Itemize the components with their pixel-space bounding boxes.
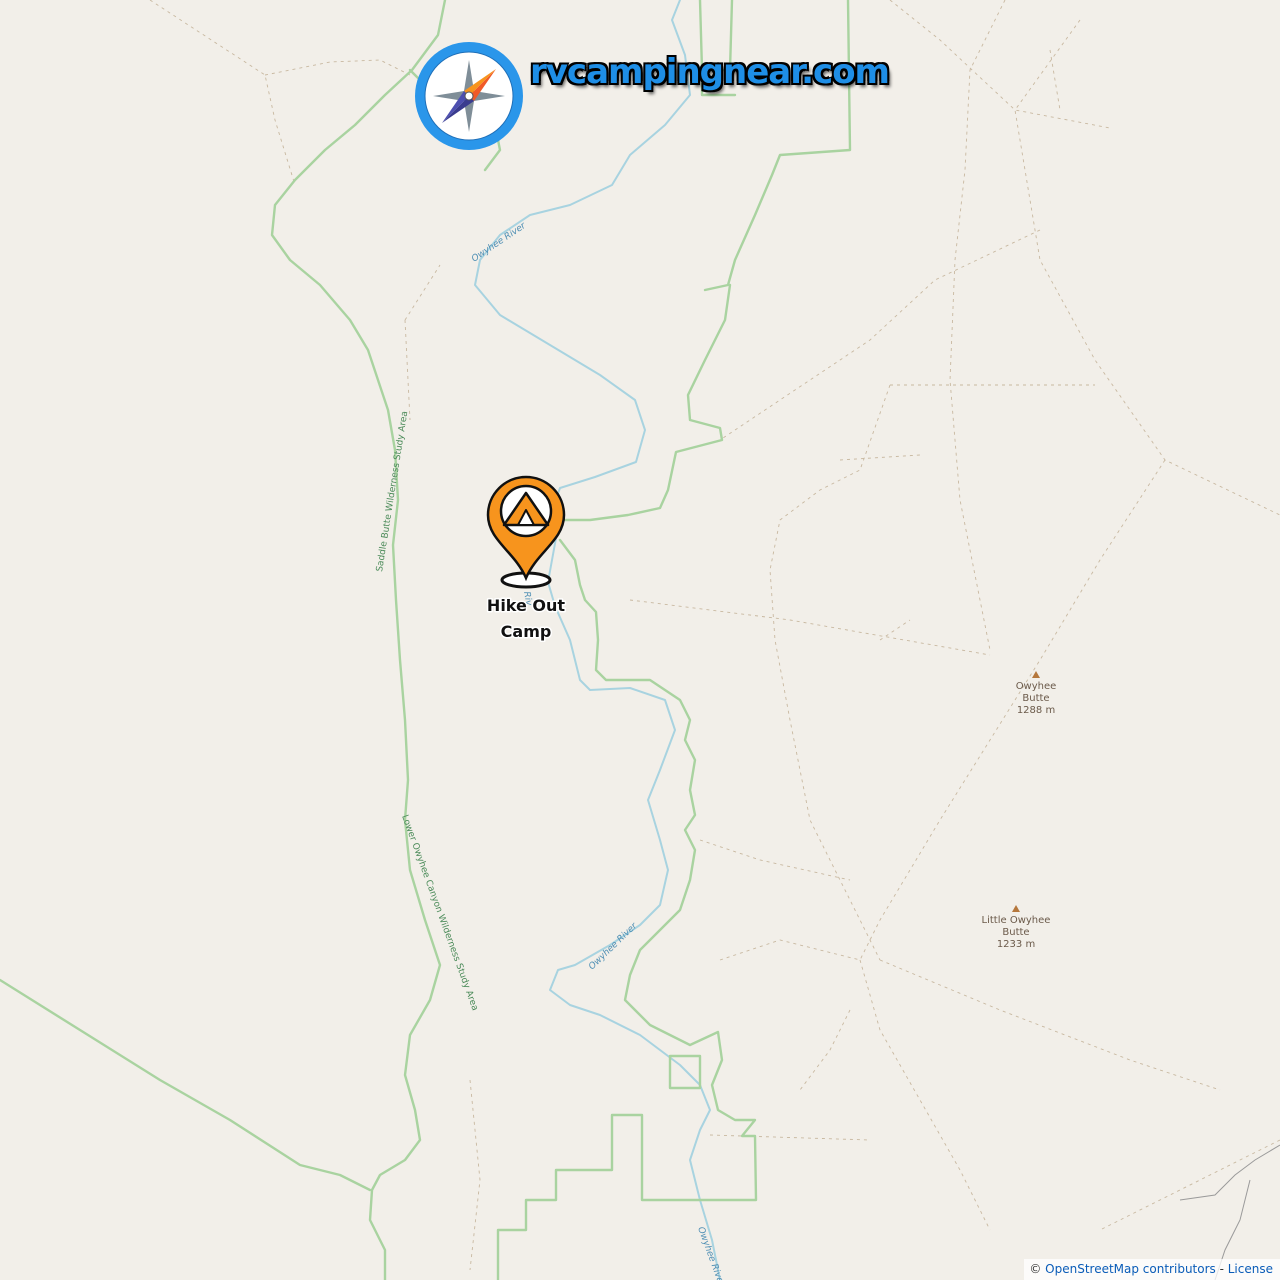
attribution-separator: - [1215,1262,1228,1276]
peak-elevation: 1233 m [997,939,1035,950]
area-labels: Saddle Butte Wilderness Study Area Lower… [375,410,480,1012]
copyright-symbol: © [1029,1262,1042,1276]
peak-owyhee-butte[interactable]: Owyhee Butte 1288 m [1016,671,1057,716]
license-link[interactable]: License [1228,1262,1273,1276]
peak-name-line1: Little Owyhee [982,915,1051,926]
map-canvas[interactable]: Saddle Butte Wilderness Study Area Lower… [0,0,1280,1280]
peak-elevation: 1288 m [1017,705,1055,716]
wilderness-boundaries [0,0,852,1280]
campsite-name-line2: Camp [501,622,552,641]
compass-icon [415,42,523,150]
site-logo-text[interactable]: rvcampingnear.com [530,52,890,92]
campsite-name-line1: Hike Out [487,596,566,615]
map-attribution: © OpenStreetMap contributors - License [1024,1259,1280,1280]
peak-name-line1: Owyhee [1016,681,1057,692]
peak-triangle-icon [1012,905,1020,912]
river-labels: Owyhee River Owyhee River Owyhee River R… [470,220,726,1280]
river-label-north: Owyhee River [470,220,529,264]
campsite-marker[interactable]: Hike Out Camp [485,475,567,643]
osm-contributors-link[interactable]: OpenStreetMap contributors [1045,1262,1216,1276]
lower-owyhee-wsa-label: Lower Owyhee Canyon Wilderness Study Are… [399,814,479,1013]
peak-name-line2: Butte [1022,693,1049,704]
peak-name-line2: Butte [1002,927,1029,938]
peak-triangle-icon [1032,671,1040,678]
river-label-south: Owyhee River [587,920,640,972]
peak-little-owyhee-butte[interactable]: Little Owyhee Butte 1233 m [982,905,1051,950]
